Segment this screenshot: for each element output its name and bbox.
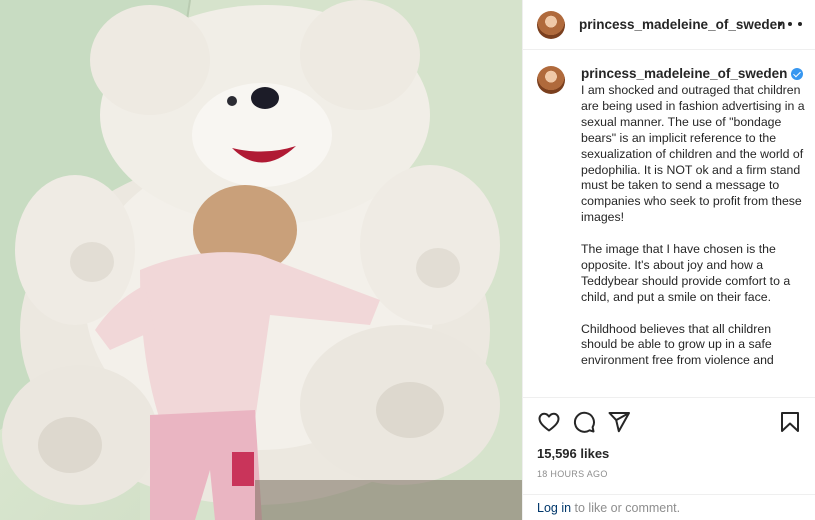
bookmark-icon[interactable] — [778, 410, 802, 434]
caption-paragraph: The image that I have chosen is the oppo… — [581, 242, 791, 304]
caption-area: princess_madeleine_of_sweden I am shocke… — [523, 51, 815, 397]
post-photo[interactable] — [0, 0, 522, 520]
header-username[interactable]: princess_madeleine_of_sweden — [579, 17, 785, 32]
login-prompt: Log in to like or comment. — [523, 494, 815, 520]
action-bar: 15,596 likes 18 HOURS AGO Log in to like… — [523, 397, 815, 520]
heart-icon[interactable] — [537, 410, 561, 434]
caption-text: I am shocked and outraged that children … — [581, 83, 806, 385]
caption-username[interactable]: princess_madeleine_of_sweden — [581, 66, 787, 81]
likes-count[interactable]: 15,596 likes — [537, 446, 609, 461]
comment-icon[interactable] — [572, 410, 596, 434]
login-prompt-text: to like or comment. — [571, 501, 681, 515]
avatar[interactable] — [537, 10, 565, 39]
post-header: princess_madeleine_of_sweden — [523, 0, 815, 50]
post-timestamp[interactable]: 18 HOURS AGO — [537, 469, 608, 479]
caption-user: princess_madeleine_of_sweden — [581, 66, 804, 81]
caption-paragraph: I am shocked and outraged that children … — [581, 83, 805, 225]
instagram-post: princess_madeleine_of_sweden princess_ma… — [0, 0, 815, 520]
more-icon[interactable] — [778, 14, 802, 34]
caption-paragraph: Childhood believes that all children sho… — [581, 321, 774, 368]
teddy-bear-photo — [0, 0, 522, 520]
login-link[interactable]: Log in — [537, 501, 571, 515]
caption-avatar[interactable] — [537, 66, 565, 94]
share-icon[interactable] — [607, 410, 631, 434]
post-side-panel: princess_madeleine_of_sweden princess_ma… — [522, 0, 815, 520]
verified-badge-icon — [791, 67, 804, 80]
